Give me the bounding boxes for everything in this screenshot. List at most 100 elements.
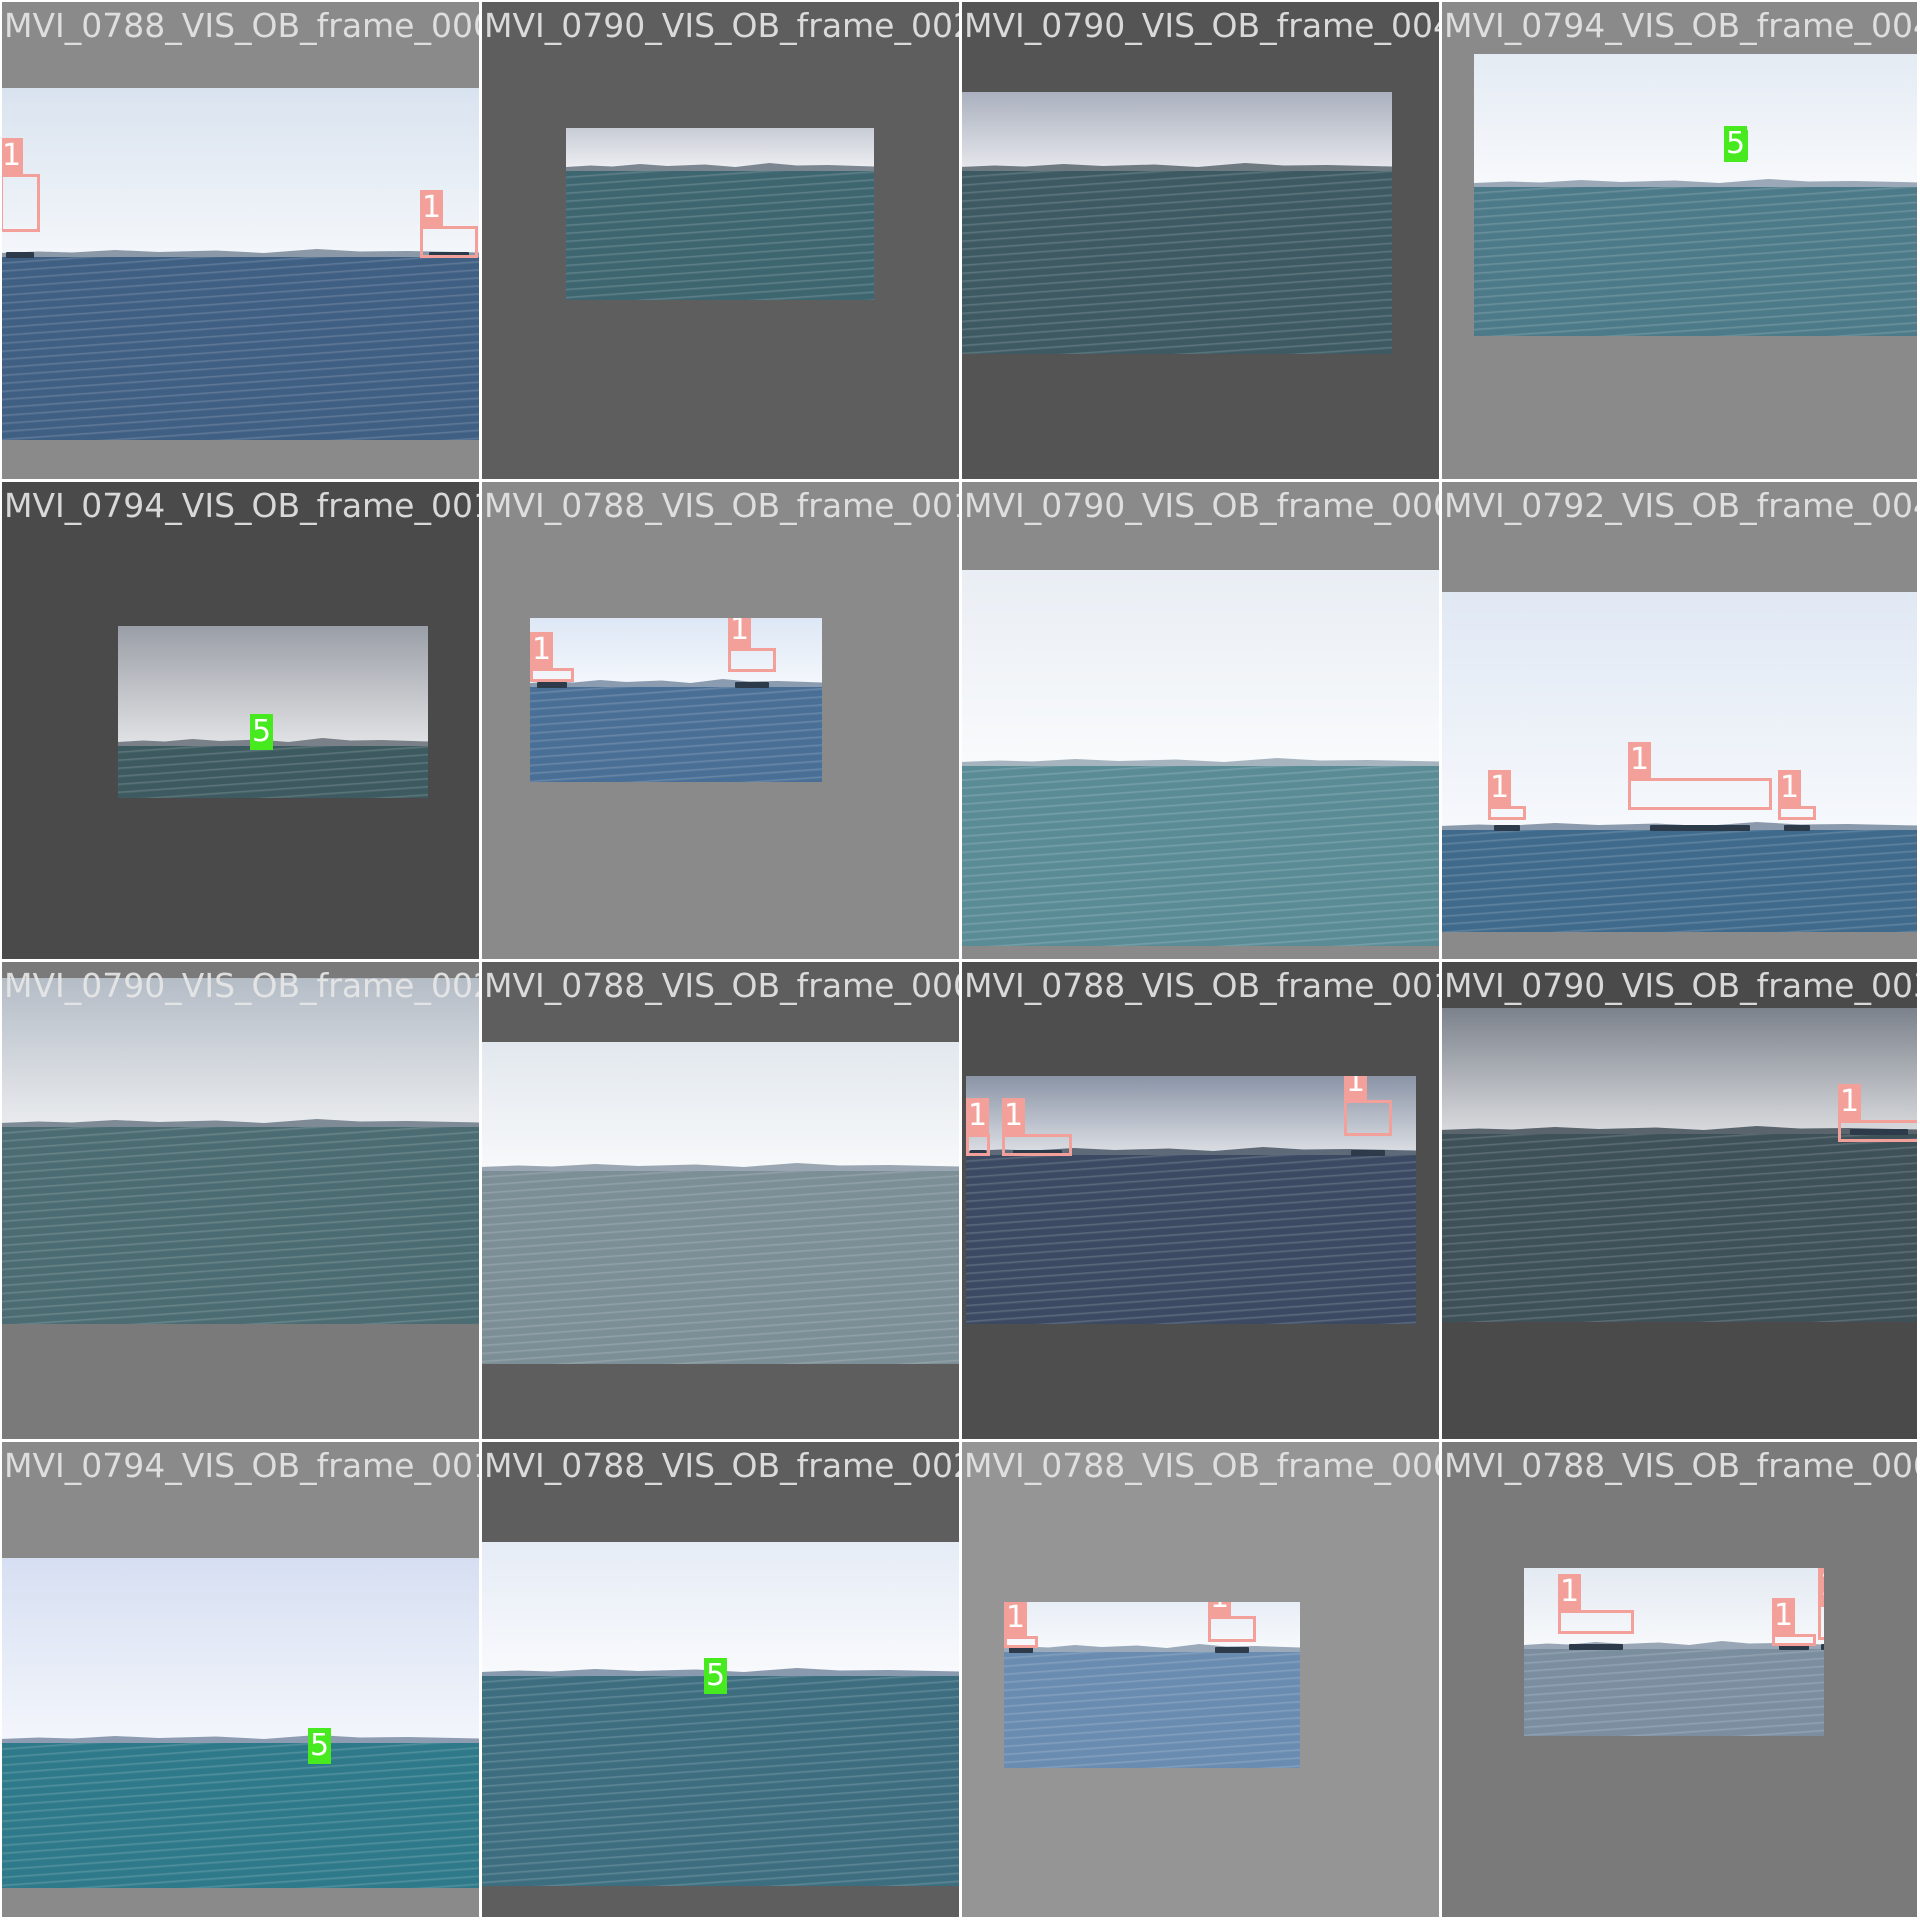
class-label-tag: 1 <box>1002 1098 1026 1134</box>
ship <box>6 252 34 258</box>
detection-box <box>1002 1134 1072 1156</box>
sea-photo <box>960 92 1392 354</box>
filename-label: MVI_0790_VIS_OB_frame_0006.jpg <box>964 486 1440 525</box>
filename-label: MVI_0794_VIS_OB_frame_0041.jpg <box>1444 6 1920 45</box>
detection-box <box>1818 1604 1824 1640</box>
sea-surface <box>960 171 1392 354</box>
sea-photo: 11 <box>0 88 480 440</box>
class-label-tag: 1 <box>530 632 554 668</box>
sea-photo <box>480 1042 960 1364</box>
filename-label: MVI_0790_VIS_OB_frame_0024.jpg <box>4 966 480 1005</box>
grid-divider-horizontal <box>0 959 1920 962</box>
filename-label: MVI_0788_VIS_OB_frame_0004.jpg <box>964 1446 1440 1485</box>
filename-label: MVI_0788_VIS_OB_frame_0009.jpg <box>484 966 960 1005</box>
sky <box>1474 54 1920 187</box>
detection-box <box>1778 806 1816 820</box>
sea-photo <box>0 978 480 1324</box>
sea-photo: 111 <box>1440 592 1920 932</box>
class-label-tag: 1 <box>1004 1602 1028 1636</box>
detection-box <box>1004 1636 1038 1648</box>
sea-surface <box>0 1743 480 1888</box>
filename-label: MVI_0794_VIS_OB_frame_0012.jpg <box>4 486 480 525</box>
mosaic-cell: 11MVI_0788_VIS_OB_frame_0004.jpg <box>960 1440 1440 1920</box>
ship <box>1820 1644 1824 1650</box>
mosaic-cell: 111MVI_0788_VIS_OB_frame_0013.jpg <box>960 960 1440 1440</box>
sky <box>480 1042 960 1171</box>
filename-label: MVI_0788_VIS_OB_frame_0013.jpg <box>484 486 960 525</box>
mosaic-cell: MVI_0790_VIS_OB_frame_0048.jpg <box>960 0 1440 480</box>
detection-box <box>1772 1634 1816 1646</box>
sea-surface <box>566 171 874 300</box>
sky <box>960 570 1440 766</box>
sky <box>0 88 480 257</box>
sea-photo: 5 <box>480 1542 960 1886</box>
sea-surface <box>480 1676 960 1886</box>
detection-box <box>728 648 776 672</box>
class-label-tag: 5 <box>1724 126 1748 162</box>
sea-surface <box>1004 1652 1300 1768</box>
sea-surface <box>118 746 428 798</box>
class-label-tag: 1 <box>1778 770 1802 806</box>
mosaic-cell: MVI_0790_VIS_OB_frame_0024.jpg <box>0 960 480 1440</box>
sky <box>566 128 874 171</box>
class-label-tag: 1 <box>1628 742 1652 778</box>
filename-label: MVI_0788_VIS_OB_frame_0001.jpg <box>4 6 480 45</box>
filename-label: MVI_0788_VIS_OB_frame_0004.jpg <box>1444 1446 1920 1485</box>
sea-surface <box>1524 1649 1824 1736</box>
sea-surface <box>530 687 822 782</box>
ship <box>1569 1644 1623 1650</box>
class-label-tag: 5 <box>308 1728 332 1764</box>
class-label-tag: 1 <box>1818 1568 1824 1604</box>
detection-box <box>530 668 574 682</box>
class-label-tag: 1 <box>420 190 444 226</box>
ship <box>536 682 568 688</box>
filename-label: MVI_0790_VIS_OB_frame_0024.jpg <box>484 6 960 45</box>
sky <box>0 1558 480 1743</box>
sea-surface <box>0 1127 480 1324</box>
sea-photo: 111 <box>966 1076 1416 1324</box>
sea-surface <box>480 1171 960 1364</box>
mosaic-cell: 1 1 MVI_0788_VIS_OB_frame_0013.jpg <box>480 480 960 960</box>
mosaic-cell: 11MVI_0788_VIS_OB_frame_0001.jpg <box>0 0 480 480</box>
detection-box <box>1628 778 1772 810</box>
mosaic-cell: MVI_0788_VIS_OB_frame_0009.jpg <box>480 960 960 1440</box>
filename-label: MVI_0788_VIS_OB_frame_0027.jpg <box>484 1446 960 1485</box>
class-label-tag: 1 <box>1344 1076 1368 1100</box>
filename-label: MVI_0790_VIS_OB_frame_0030.jpg <box>1444 966 1920 1005</box>
grid-divider-horizontal <box>0 1439 1920 1442</box>
ship <box>1493 825 1521 831</box>
sea-surface <box>1440 1134 1920 1322</box>
mosaic-cell: 1 1 1 MVI_0792_VIS_OB_frame_0043.jpg <box>1440 480 1920 960</box>
sky <box>480 1542 960 1676</box>
mosaic-cell: MVI_0790_VIS_OB_frame_0006.jpg <box>960 480 1440 960</box>
detection-box <box>0 174 40 232</box>
filename-label: MVI_0792_VIS_OB_frame_0043.jpg <box>1444 486 1920 525</box>
sea-surface <box>0 257 480 440</box>
sea-surface <box>1440 830 1920 932</box>
sea-photo <box>960 570 1440 946</box>
class-label-tag: 5 <box>250 714 274 750</box>
detection-box <box>1208 1616 1256 1642</box>
detection-box <box>1488 806 1526 820</box>
mosaic-cell: MVI_0790_VIS_OB_frame_0024.jpg <box>480 0 960 480</box>
ship <box>1215 1647 1249 1653</box>
filename-label: MVI_0794_VIS_OB_frame_0010.jpg <box>4 1446 480 1485</box>
mosaic-cell: 1 MVI_0790_VIS_OB_frame_0030.jpg <box>1440 960 1920 1440</box>
class-label-tag: 1 <box>728 618 752 648</box>
class-label-tag: 1 <box>966 1098 990 1134</box>
sky <box>960 92 1392 171</box>
mosaic-cell: 5 MVI_0794_VIS_OB_frame_0012.jpg <box>0 480 480 960</box>
mosaic-grid: 11MVI_0788_VIS_OB_frame_0001.jpgMVI_0790… <box>0 0 1920 1920</box>
sea-photo: 5 <box>118 626 428 798</box>
class-label-tag: 1 <box>0 138 24 174</box>
sea-photo: 1 <box>1440 1008 1920 1322</box>
sea-photo <box>566 128 874 300</box>
mosaic-cell: 5 MVI_0794_VIS_OB_frame_0010.jpg <box>0 1440 480 1920</box>
sea-surface <box>960 766 1440 946</box>
detection-box <box>1558 1610 1634 1634</box>
detection-box <box>420 226 478 258</box>
sea-photo: 111 <box>1524 1568 1824 1736</box>
sea-surface <box>1474 187 1920 336</box>
sea-photo: 5 <box>0 1558 480 1888</box>
detection-box <box>966 1134 990 1156</box>
